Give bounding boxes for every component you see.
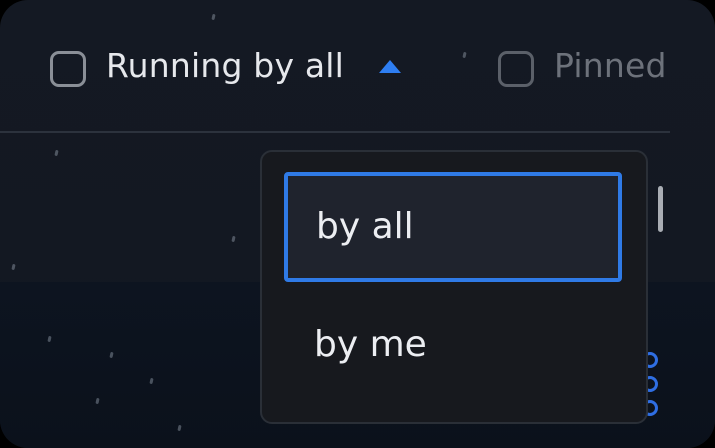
dropdown-option-by-me[interactable]: by me [284,290,622,400]
app-panel: Running by all Pinned by all by me [0,0,715,448]
pinned-filter-label[interactable]: Pinned [554,46,667,86]
running-checkbox[interactable] [50,51,86,87]
background-speck [231,235,236,243]
owner-filter-dropdown: by all by me [260,150,648,424]
pinned-checkbox[interactable] [498,51,534,87]
background-speck [54,149,59,157]
running-filter-label[interactable]: Running by all [106,46,344,86]
filter-bar: Running by all Pinned [0,0,715,132]
scrollbar-thumb[interactable] [658,186,663,232]
divider [0,131,670,133]
caret-up-icon[interactable] [379,60,401,73]
dropdown-option-by-all[interactable]: by all [284,172,622,282]
background-speck [11,263,16,271]
